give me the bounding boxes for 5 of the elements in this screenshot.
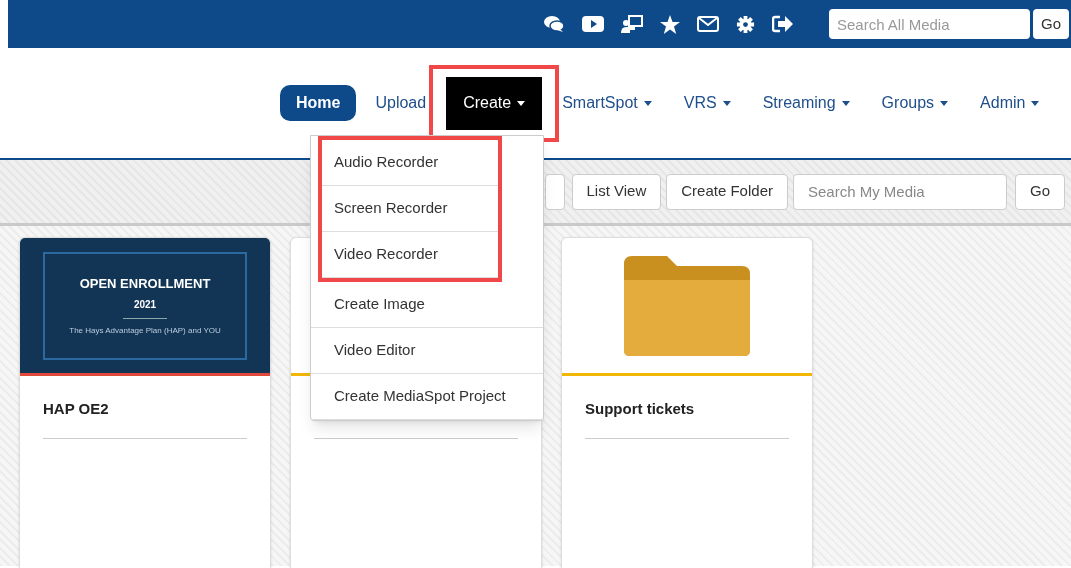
slide-year: 2021	[133, 297, 157, 312]
slide-heading: OPEN ENROLLMENT	[79, 275, 211, 294]
card-title: Support tickets	[585, 399, 696, 418]
slide-subtitle: The Hays Advantage Plan (HAP) and YOU	[69, 324, 221, 337]
card-title: HAP OE2	[43, 399, 110, 418]
